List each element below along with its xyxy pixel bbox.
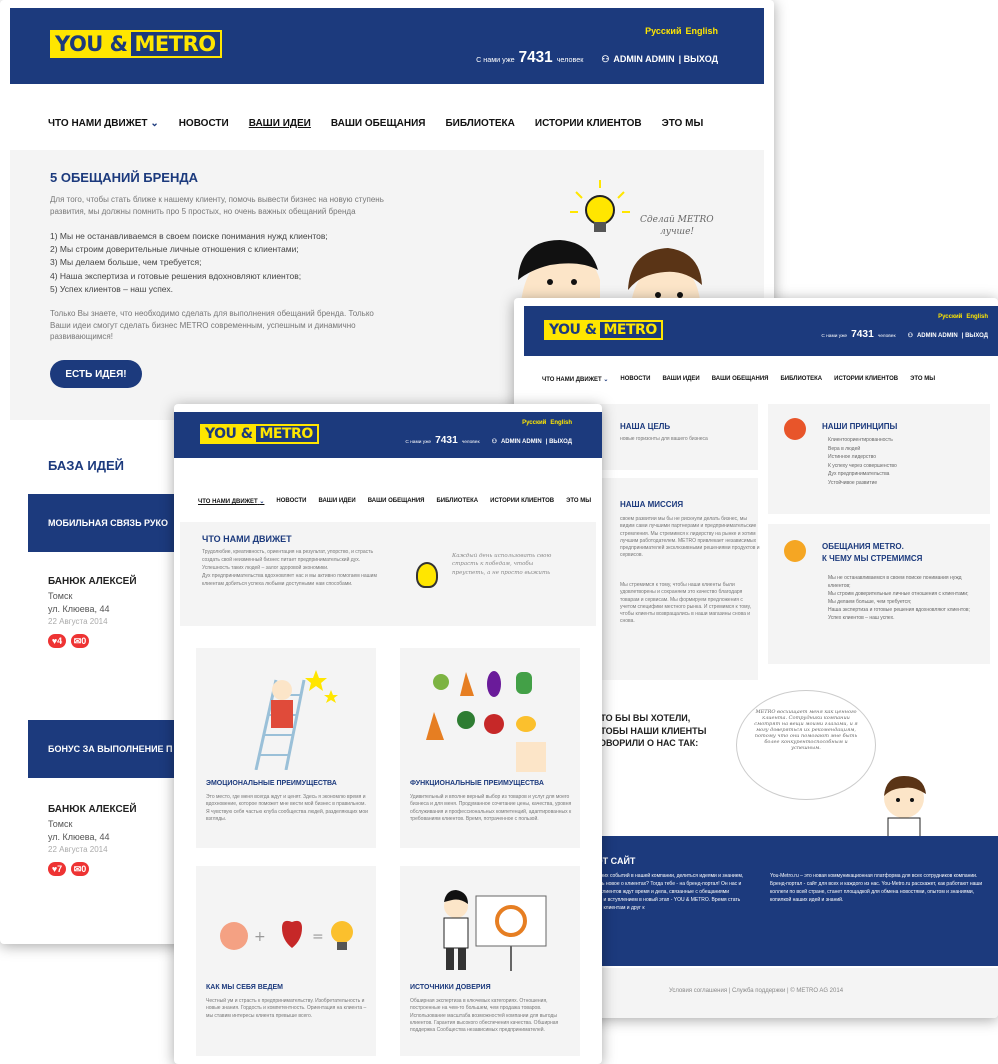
logo[interactable]: YOU & METRO — [544, 320, 663, 340]
user-info: С нами уже 7431 человек ⚇ ADMIN ADMIN | … — [821, 329, 988, 340]
svg-text:=: = — [312, 929, 324, 945]
main-nav: ЧТО НАМИ ДВИЖЕТ ⌄ НОВОСТИ ВАШИ ИДЕИ ВАШИ… — [48, 118, 703, 129]
likes-badge[interactable]: ♥ 7 — [48, 862, 66, 876]
lang-ru[interactable]: Русский — [645, 26, 681, 36]
ladder-illustration — [254, 670, 338, 770]
have-idea-button[interactable]: ЕСТЬ ИДЕЯ! — [50, 360, 142, 388]
nav-item-ideas[interactable]: ВАШИ ИДЕИ — [662, 376, 699, 383]
metro-promises-list: Мы не останавливаемся в своем поиске пон… — [828, 575, 970, 621]
nav-item-ideas[interactable]: ВАШИ ИДЕИ — [249, 118, 311, 129]
brain-heart-bulb-illustration: + = — [220, 920, 353, 950]
language-switch: Русский English — [518, 420, 572, 426]
logo[interactable]: YOU & METRO — [50, 30, 222, 58]
benefit-card-behaviour: + = КАК МЫ СЕБЯ ВЕДЕМ Честный ум и страс… — [196, 866, 376, 1056]
user-icon: ⚇ — [491, 439, 497, 445]
metro-promises-box: ОБЕЩАНИЯ METRO. К ЧЕМУ МЫ СТРЕМИМСЯ Мы н… — [768, 524, 990, 664]
user-icon: ⚇ — [601, 54, 610, 64]
page-title: 5 ОБЕЩАНИЙ БРЕНДА — [50, 170, 199, 185]
nav-item-promises[interactable]: ВАШИ ОБЕЩАНИЯ — [368, 498, 425, 505]
vegetables-illustration — [426, 671, 546, 772]
nav-item-drives[interactable]: ЧТО НАМИ ДВИЖЕТ ⌄ — [48, 118, 159, 129]
drives-text: Трудолюбие, креативность, ориентация на … — [202, 549, 377, 587]
language-switch: Русский English — [934, 314, 988, 320]
idea-card-1: БАНЮК АЛЕКСЕЙ Томск ул. Клюева, 44 22 Ав… — [48, 576, 137, 648]
lang-en[interactable]: English — [550, 420, 572, 426]
main-nav: ЧТО НАМИ ДВИЖЕТ ⌄ НОВОСТИ ВАШИ ИДЕИ ВАШИ… — [198, 498, 591, 505]
lang-en[interactable]: English — [685, 26, 718, 36]
presenter-illustration — [443, 890, 547, 971]
nav-item-news[interactable]: НОВОСТИ — [276, 498, 306, 505]
chevron-down-icon: ⌄ — [259, 499, 265, 505]
header: YOU & METRO Русский English С нами уже 743… — [174, 412, 602, 458]
nav-item-stories[interactable]: ИСТОРИИ КЛИЕНТОВ — [535, 118, 642, 129]
briefcase-icon — [784, 418, 806, 440]
main-nav: ЧТО НАМИ ДВИЖЕТ ⌄ НОВОСТИ ВАШИ ИДЕИ ВАШИ… — [542, 376, 935, 383]
chevron-down-icon: ⌄ — [150, 118, 159, 129]
promise-list: 1) Мы не останавливаемся в своем поиске … — [50, 231, 328, 294]
comments-badge[interactable]: ✉ 0 — [71, 862, 89, 876]
nav-item-drives[interactable]: ЧТО НАМИ ДВИЖЕТ ⌄ — [542, 376, 608, 383]
idea-card-2: БАНЮК АЛЕКСЕЙ Томск ул. Клюева, 44 22 Ав… — [48, 804, 137, 876]
principles-list: Клиентоориентированность Вера в людей Ис… — [828, 437, 897, 486]
drives-section: ЧТО НАМИ ДВИЖЕТ Трудолюбие, креативность… — [180, 522, 596, 626]
svg-text:+: + — [254, 929, 266, 945]
idea-title-1[interactable]: МОБИЛЬНАЯ СВЯЗЬ РУКО — [28, 494, 178, 552]
likes-badge[interactable]: ♥ 4 — [48, 634, 66, 648]
lang-ru[interactable]: Русский — [522, 420, 546, 426]
drives-quote: Каждый день использовать свою страсть к … — [452, 553, 552, 576]
language-switch: Русский English — [641, 26, 718, 36]
member-count: 7431 — [518, 49, 553, 66]
lightbulb-icon — [416, 562, 438, 588]
svg-text:лучше!: лучше! — [660, 227, 694, 237]
benefit-card-trust: ИСТОЧНИКИ ДОВЕРИЯ Обширная экспертиза в … — [400, 866, 580, 1056]
nav-item-stories[interactable]: ИСТОРИИ КЛИЕНТОВ — [490, 498, 554, 505]
nav-item-promises[interactable]: ВАШИ ОБЕЩАНИЯ — [712, 376, 769, 383]
nav-item-library[interactable]: БИБЛИОТЕКА — [780, 376, 822, 383]
nav-item-about[interactable]: ЭТО МЫ — [662, 118, 704, 129]
nav-item-news[interactable]: НОВОСТИ — [179, 118, 229, 129]
header: YOU & METRO Русский English С нами уже 743… — [10, 8, 764, 84]
outro-text: Только Вы знаете, что необходимо сделать… — [50, 309, 374, 342]
nav-item-about[interactable]: ЭТО МЫ — [566, 498, 591, 505]
chevron-down-icon: ⌄ — [603, 377, 609, 383]
intro-text: Для того, чтобы стать ближе к нашему кли… — [50, 195, 384, 216]
benefit-card-emotional: ЭМОЦИОНАЛЬНЫЕ ПРЕИМУЩЕСТВА Это место, гд… — [196, 648, 376, 848]
chart-icon — [784, 540, 806, 562]
happy-man-illustration — [884, 776, 926, 838]
nav-item-library[interactable]: БИБЛИОТЕКА — [445, 118, 514, 129]
lang-ru[interactable]: Русский — [938, 314, 962, 320]
idea-author[interactable]: БАНЮК АЛЕКСЕЙ — [48, 576, 137, 587]
user-info: С нами уже 7431 человек ⚇ ADMIN ADMIN | … — [476, 49, 718, 66]
screen-what-drives-us: YOU & METRO Русский English С нами уже 743… — [174, 404, 602, 1064]
nav-item-about[interactable]: ЭТО МЫ — [910, 376, 935, 383]
nav-item-stories[interactable]: ИСТОРИИ КЛИЕНТОВ — [834, 376, 898, 383]
benefit-card-functional: ФУНКЦИОНАЛЬНЫЕ ПРЕИМУЩЕСТВА Удивительный… — [400, 648, 580, 848]
user-icon: ⚇ — [907, 333, 913, 339]
idea-author[interactable]: БАНЮК АЛЕКСЕЙ — [48, 804, 137, 815]
nav-item-library[interactable]: БИБЛИОТЕКА — [436, 498, 478, 505]
nav-item-drives[interactable]: ЧТО НАМИ ДВИЖЕТ ⌄ — [198, 498, 264, 505]
header: YOU & METRO Русский English С нами уже 743… — [524, 306, 998, 356]
idea-title-2[interactable]: БОНУС ЗА ВЫПОЛНЕНИЕ П — [28, 720, 178, 778]
lang-en[interactable]: English — [966, 314, 988, 320]
comments-badge[interactable]: ✉ 0 — [71, 634, 89, 648]
logout-link[interactable]: | ВЫХОД — [679, 54, 718, 64]
nav-item-news[interactable]: НОВОСТИ — [620, 376, 650, 383]
user-info: С нами уже 7431 человек ⚇ ADMIN ADMIN | … — [405, 435, 572, 446]
want-heading: ЧТО БЫ ВЫ ХОТЕЛИ, ЧТОБЫ НАШИ КЛИЕНТЫ ГОВ… — [594, 713, 707, 749]
idea-bubble: Сделай METRO — [640, 215, 714, 225]
nav-item-ideas[interactable]: ВАШИ ИДЕИ — [318, 498, 355, 505]
page-title: ЧТО НАМИ ДВИЖЕТ — [202, 534, 292, 544]
nav-item-promises[interactable]: ВАШИ ОБЕЩАНИЯ — [331, 118, 426, 129]
logo[interactable]: YOU & METRO — [200, 424, 319, 444]
username-link[interactable]: ADMIN ADMIN — [613, 54, 674, 64]
ideas-title: БАЗА ИДЕЙ — [48, 458, 125, 473]
principles-box: НАШИ ПРИНЦИПЫ Клиентоориентированность В… — [768, 404, 990, 514]
